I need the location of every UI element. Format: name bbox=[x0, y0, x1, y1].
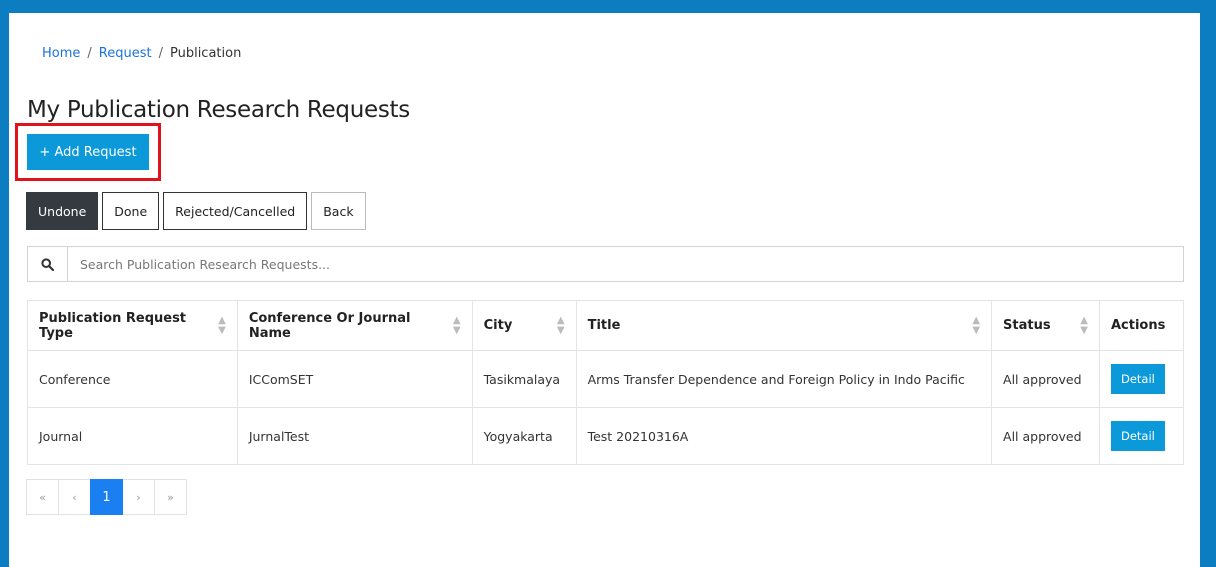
cell-name: JurnalTest bbox=[236, 407, 473, 465]
breadcrumb-separator: / bbox=[158, 46, 163, 61]
cell-title: Test 20210316A bbox=[575, 407, 993, 465]
breadcrumb-separator: / bbox=[87, 46, 92, 61]
pagination-page-1[interactable]: 1 bbox=[90, 479, 123, 515]
column-header-city[interactable]: City ▲ ▼ bbox=[471, 300, 577, 351]
sort-icon: ▲ ▼ bbox=[1080, 314, 1088, 336]
cell-actions: Detail bbox=[1098, 350, 1185, 408]
table-row: Journal JurnalTest Yogyakarta Test 20210… bbox=[27, 407, 1185, 465]
cell-status: All approved bbox=[991, 407, 1100, 465]
breadcrumb-request-link[interactable]: Request bbox=[99, 46, 152, 61]
cell-name: ICComSET bbox=[236, 350, 473, 408]
sort-icon: ▲ ▼ bbox=[218, 314, 226, 336]
filter-rejected-button[interactable]: Rejected/Cancelled bbox=[163, 192, 308, 230]
cell-status: All approved bbox=[991, 350, 1100, 408]
pagination-first[interactable]: « bbox=[26, 479, 59, 515]
cell-city: Yogyakarta bbox=[471, 407, 577, 465]
pagination-prev[interactable]: ‹ bbox=[58, 479, 91, 515]
requests-table: Publication Request Type ▲ ▼ Conference Or… bbox=[27, 300, 1185, 465]
sort-icon: ▲ ▼ bbox=[556, 314, 565, 336]
table-row: Conference ICComSET Tasikmalaya Arms Tra… bbox=[27, 350, 1185, 408]
breadcrumb-home-link[interactable]: Home bbox=[42, 46, 80, 61]
filter-done-button[interactable]: Done bbox=[102, 192, 160, 230]
detail-button[interactable]: Detail bbox=[1110, 421, 1165, 451]
page-title: My Publication Research Requests bbox=[27, 97, 410, 123]
column-header-title[interactable]: Title ▲ ▼ bbox=[575, 300, 993, 351]
pagination: « ‹ 1 › » bbox=[26, 479, 187, 515]
cell-type: Journal bbox=[27, 407, 238, 465]
table-header-row: Publication Request Type ▲ ▼ Conference Or… bbox=[27, 300, 1185, 351]
add-request-button[interactable]: + Add Request bbox=[27, 134, 149, 170]
cell-actions: Detail bbox=[1098, 407, 1185, 465]
main-panel: Home / Request / Publication My Publicat… bbox=[9, 13, 1200, 567]
cell-city: Tasikmalaya bbox=[471, 350, 577, 408]
column-header-name[interactable]: Conference Or Journal Name ▲ ▼ bbox=[236, 300, 473, 351]
filter-undone-button[interactable]: Undone bbox=[26, 192, 99, 230]
cell-type: Conference bbox=[27, 350, 238, 408]
detail-button[interactable]: Detail bbox=[1110, 364, 1165, 394]
sort-icon: ▲ ▼ bbox=[972, 314, 981, 336]
breadcrumb: Home / Request / Publication bbox=[42, 46, 241, 61]
back-button[interactable]: Back bbox=[311, 192, 366, 230]
column-header-type[interactable]: Publication Request Type ▲ ▼ bbox=[27, 300, 238, 351]
search-input[interactable] bbox=[68, 247, 1183, 281]
breadcrumb-current: Publication bbox=[169, 46, 242, 61]
search-bar bbox=[27, 246, 1184, 282]
sort-icon: ▲ ▼ bbox=[452, 314, 461, 336]
search-icon bbox=[28, 247, 68, 281]
pagination-last[interactable]: » bbox=[154, 479, 187, 515]
status-filter-group: Undone Done Rejected/Cancelled Back bbox=[26, 192, 366, 230]
pagination-next[interactable]: › bbox=[122, 479, 155, 515]
column-header-actions: Actions bbox=[1098, 300, 1185, 351]
cell-title: Arms Transfer Dependence and Foreign Pol… bbox=[575, 350, 993, 408]
column-header-status[interactable]: Status ▲ ▼ bbox=[991, 300, 1100, 351]
